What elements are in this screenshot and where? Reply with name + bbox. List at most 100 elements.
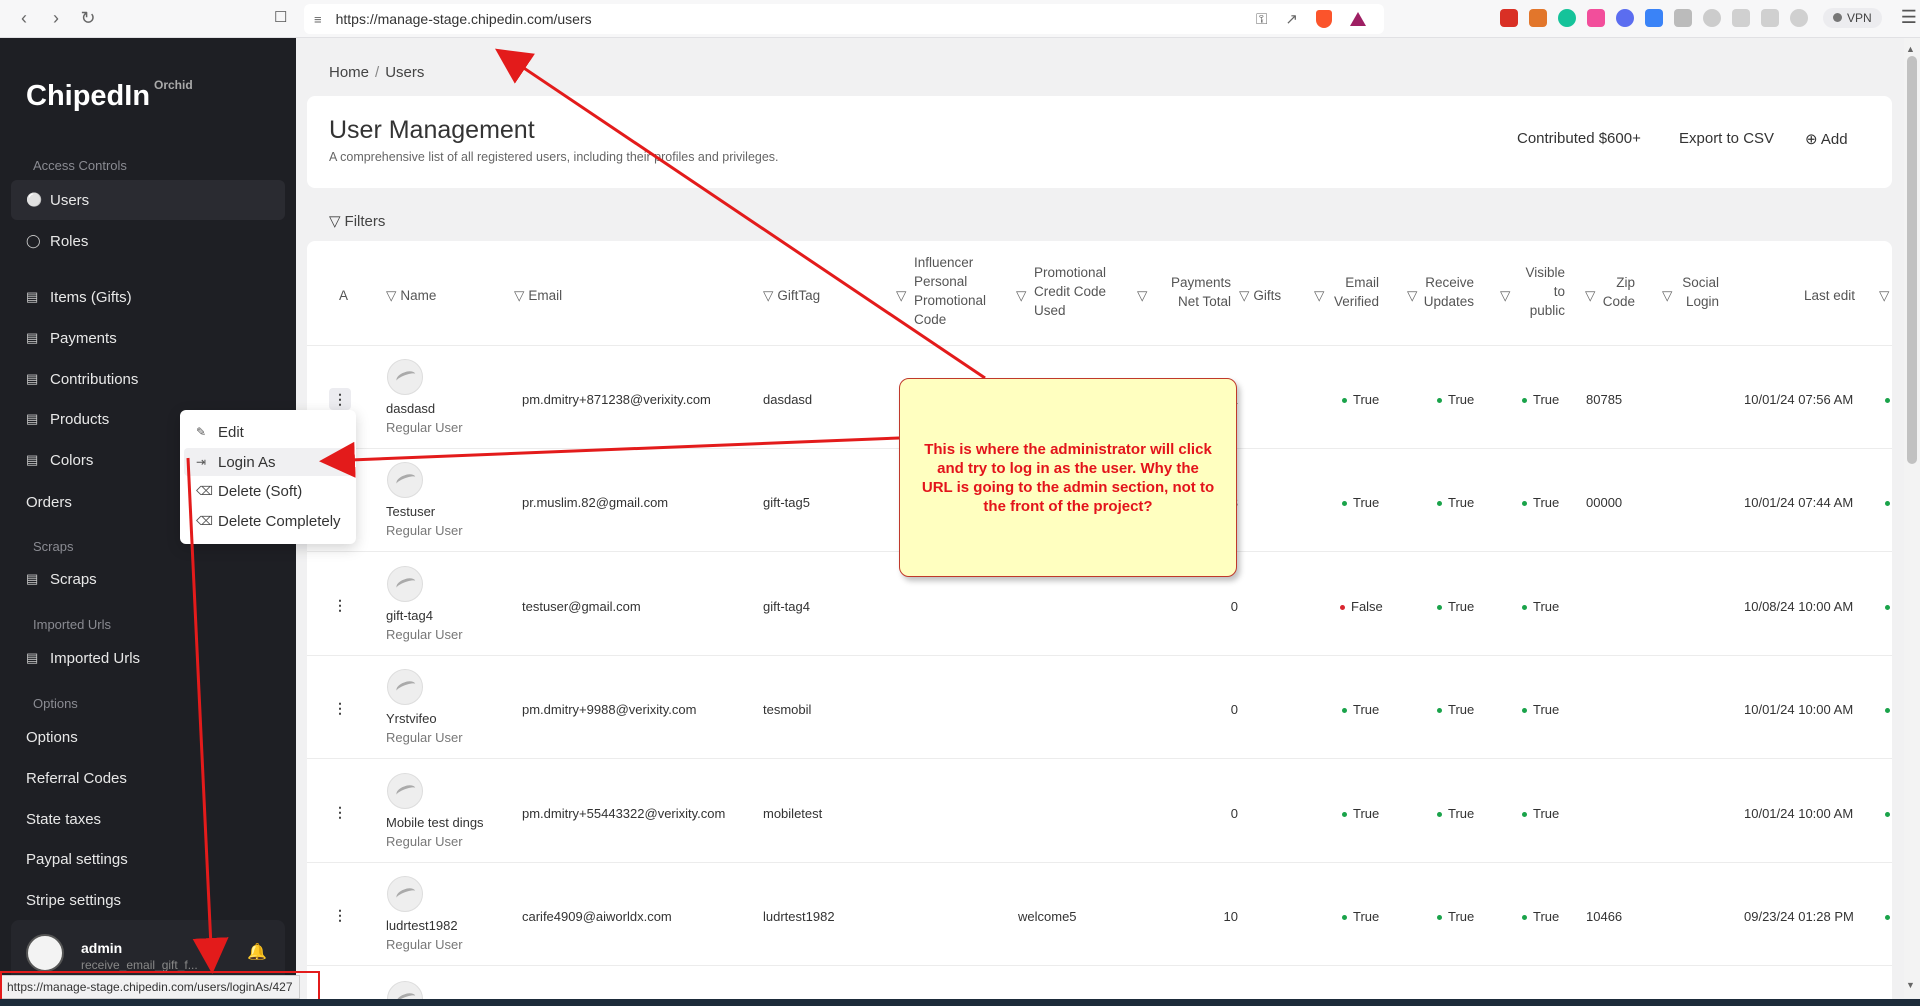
- sidebar-item-contributions[interactable]: ▤ Contributions: [11, 359, 285, 399]
- column-header-name[interactable]: ▽ Name: [386, 286, 436, 305]
- brave-shield-icon[interactable]: [1316, 10, 1332, 28]
- column-header-a[interactable]: A: [339, 286, 348, 305]
- metamask-icon[interactable]: [1529, 8, 1547, 27]
- column-header-influencer-filter[interactable]: ▽: [896, 286, 910, 305]
- filters-toggle[interactable]: ▽ Filters: [329, 212, 385, 230]
- column-header-gifts[interactable]: ▽ Gifts: [1239, 286, 1281, 305]
- key-icon[interactable]: ⚿: [1256, 11, 1267, 28]
- sidebar-item-items[interactable]: ▤ Items (Gifts): [11, 277, 285, 317]
- tv-extension-icon[interactable]: [1645, 8, 1663, 27]
- row-actions-icon[interactable]: ⋮: [329, 388, 351, 410]
- sidebar-item-users[interactable]: ⚪ Users: [11, 180, 285, 220]
- column-header-promo-code[interactable]: Promotional Credit Code Used: [1034, 263, 1106, 320]
- breadcrumb-home[interactable]: Home: [329, 64, 369, 81]
- filter-icon[interactable]: ▽: [1407, 288, 1417, 303]
- column-header-next-filter[interactable]: ▽: [1879, 286, 1892, 305]
- user-name[interactable]: Mobile test dings: [386, 815, 484, 830]
- grammarly-icon[interactable]: [1558, 8, 1576, 27]
- column-header-line: Code: [914, 312, 947, 327]
- last-edit: 10/08/24 10:00 AM: [1744, 599, 1854, 614]
- extension-red-icon[interactable]: [1500, 8, 1518, 27]
- filter-icon[interactable]: ▽: [1016, 288, 1026, 303]
- address-bar[interactable]: ≡ https://manage-stage.chipedin.com/user…: [304, 4, 1384, 34]
- reload-icon[interactable]: ↻: [74, 5, 102, 33]
- column-header-visible[interactable]: Visible to public: [1513, 263, 1565, 320]
- scroll-down-icon[interactable]: ▼: [1906, 980, 1915, 990]
- column-header-social[interactable]: Social Login: [1675, 273, 1719, 311]
- sidebar-item-roles[interactable]: ◯ Roles: [11, 221, 285, 261]
- add-user-button[interactable]: ⊕ Add: [1805, 130, 1848, 148]
- forward-icon[interactable]: ›: [42, 5, 70, 33]
- column-header-last-edit[interactable]: Last edit: [1804, 286, 1855, 305]
- brand-logo[interactable]: ChipedIn: [26, 80, 150, 113]
- filter-icon[interactable]: ▽: [1314, 288, 1324, 303]
- menu-item-edit[interactable]: ✎ Edit: [184, 418, 352, 446]
- filter-icon[interactable]: ▽: [896, 288, 906, 303]
- filter-icon[interactable]: ▽: [1137, 288, 1147, 303]
- sidebar-item-payments[interactable]: ▤ Payments: [11, 318, 285, 358]
- user-name[interactable]: gift-tag4: [386, 608, 433, 623]
- filter-icon[interactable]: ▽: [1585, 288, 1595, 303]
- email-verified: True: [1342, 392, 1379, 407]
- menu-item-delete-completely[interactable]: ⌫ Delete Completely: [184, 507, 352, 535]
- user-name[interactable]: Yrstvifeo: [386, 711, 437, 726]
- column-header-influencer[interactable]: Influencer Personal Promotional Code: [914, 253, 986, 329]
- music-icon[interactable]: [1703, 8, 1721, 27]
- sidebar-toggle-icon[interactable]: [1732, 8, 1750, 27]
- sidebar-item-referral-codes[interactable]: Referral Codes: [11, 758, 285, 798]
- column-header-payments[interactable]: Payments Net Total: [1155, 273, 1231, 311]
- column-header-payments-filter[interactable]: ▽: [1137, 286, 1151, 305]
- leo-ai-icon[interactable]: [1790, 8, 1808, 27]
- filter-icon[interactable]: ▽: [386, 288, 396, 303]
- row-actions-icon[interactable]: ⋮: [329, 904, 351, 926]
- column-header-line: Login: [1685, 294, 1719, 309]
- share-icon[interactable]: ↗: [1285, 10, 1298, 28]
- brave-rewards-icon[interactable]: [1350, 12, 1366, 26]
- address-url[interactable]: https://manage-stage.chipedin.com/users: [336, 11, 592, 27]
- column-header-receive-updates[interactable]: Receive Updates: [1422, 273, 1474, 311]
- sidebar-item-paypal-settings[interactable]: Paypal settings: [11, 839, 285, 879]
- settings-extension-icon[interactable]: [1616, 8, 1634, 27]
- sidebar-item-imported-urls[interactable]: ▤ Imported Urls: [11, 638, 285, 678]
- column-header-promo-filter[interactable]: ▽: [1016, 286, 1030, 305]
- column-header-gifttag[interactable]: ▽ GiftTag: [763, 286, 820, 305]
- filter-icon[interactable]: ▽: [514, 288, 524, 303]
- export-csv-button[interactable]: Export to CSV: [1679, 130, 1774, 147]
- sidebar-item-scraps[interactable]: ▤ Scraps: [11, 559, 285, 599]
- bell-icon[interactable]: 🔔: [247, 942, 267, 962]
- row-actions-icon[interactable]: ⋮: [329, 594, 351, 616]
- puzzle-icon[interactable]: [1674, 8, 1692, 27]
- filter-icon[interactable]: ▽: [1239, 288, 1249, 303]
- user-name[interactable]: Testuser: [386, 504, 435, 519]
- column-header-email-verified[interactable]: Email Verified: [1327, 273, 1379, 311]
- vpn-button[interactable]: VPN: [1823, 7, 1882, 28]
- filter-icon[interactable]: ▽: [763, 288, 773, 303]
- bookmark-icon[interactable]: ☐: [274, 8, 287, 26]
- filter-icon[interactable]: ▽: [1500, 288, 1510, 303]
- site-settings-icon[interactable]: ≡: [314, 12, 322, 27]
- column-header-email[interactable]: ▽ Email: [514, 286, 562, 305]
- visible-public: True: [1522, 392, 1559, 407]
- scroll-thumb[interactable]: [1907, 56, 1917, 464]
- column-header-updates-filter[interactable]: ▽: [1407, 286, 1421, 305]
- contributed-filter-button[interactable]: Contributed $600+: [1517, 130, 1641, 147]
- email-verified: True: [1342, 702, 1379, 717]
- back-icon[interactable]: ‹: [10, 5, 38, 33]
- user-name[interactable]: ludrtest1982: [386, 918, 458, 933]
- sidebar-item-stripe-settings[interactable]: Stripe settings: [11, 880, 285, 920]
- filter-icon[interactable]: ▽: [1879, 288, 1889, 303]
- sidebar-item-state-taxes[interactable]: State taxes: [11, 799, 285, 839]
- status-dot-icon: [1342, 398, 1347, 404]
- menu-item-login-as[interactable]: ⇥ Login As: [184, 448, 352, 476]
- menu-item-delete-soft[interactable]: ⌫ Delete (Soft): [184, 477, 352, 505]
- column-header-zip[interactable]: Zip Code: [1597, 273, 1635, 311]
- browser-menu-icon[interactable]: ☰: [1901, 7, 1917, 28]
- row-actions-icon[interactable]: ⋮: [329, 801, 351, 823]
- filter-icon[interactable]: ▽: [1662, 288, 1672, 303]
- user-name[interactable]: dasdasd: [386, 401, 435, 416]
- wallet-icon[interactable]: [1761, 8, 1779, 27]
- sidebar-item-options[interactable]: Options: [11, 717, 285, 757]
- row-actions-icon[interactable]: ⋮: [329, 697, 351, 719]
- scroll-up-icon[interactable]: ▲: [1906, 44, 1915, 54]
- figma-icon[interactable]: [1587, 8, 1605, 27]
